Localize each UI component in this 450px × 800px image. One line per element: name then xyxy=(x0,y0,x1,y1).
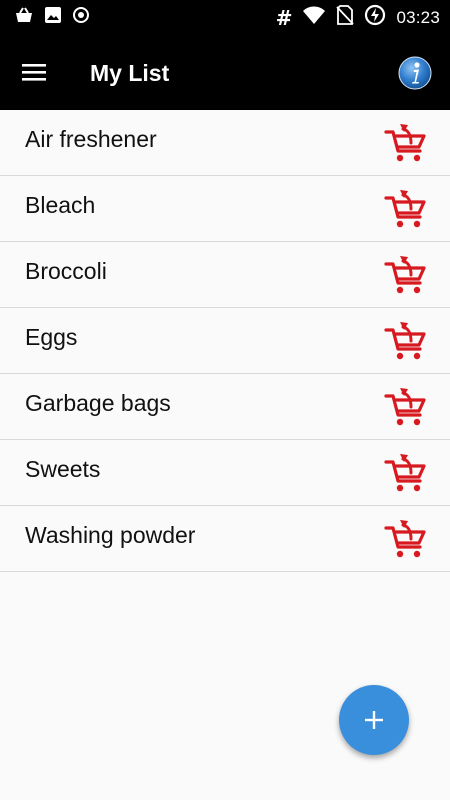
cart-return-icon xyxy=(384,256,426,294)
list-item-label: Bleach xyxy=(25,192,96,218)
hamburger-menu-icon xyxy=(22,64,46,81)
list-item[interactable]: Bleach xyxy=(0,176,450,242)
cart-return-icon xyxy=(384,124,426,162)
cart-return-button[interactable] xyxy=(384,122,428,164)
cart-return-icon xyxy=(384,388,426,426)
no-sim-icon xyxy=(336,5,355,30)
cart-return-icon xyxy=(384,322,426,360)
add-item-button[interactable] xyxy=(339,685,409,755)
list-item[interactable]: Air freshener xyxy=(0,110,450,176)
record-icon xyxy=(72,6,90,29)
battery-charging-icon xyxy=(364,4,386,31)
wifi-icon xyxy=(302,5,326,30)
cart-return-button[interactable] xyxy=(384,320,428,362)
status-bar: # 03:23 xyxy=(0,0,450,32)
cart-return-icon xyxy=(384,520,426,558)
list-item-label: Washing powder xyxy=(25,522,196,548)
cart-return-button[interactable] xyxy=(384,188,428,230)
menu-button[interactable] xyxy=(14,52,54,92)
screen: # 03:23 My List Air freshener Bleach Bro… xyxy=(0,0,450,800)
list-item-label: Eggs xyxy=(25,324,78,350)
info-icon xyxy=(398,56,432,90)
app-bar: My List xyxy=(0,32,450,110)
list-item[interactable]: Garbage bags xyxy=(0,374,450,440)
shopping-list: Air freshener Bleach Broccoli Eggs Garba… xyxy=(0,110,450,572)
list-item[interactable]: Eggs xyxy=(0,308,450,374)
cart-return-button[interactable] xyxy=(384,254,428,296)
status-right-icons: # 03:23 xyxy=(276,4,440,31)
plus-icon xyxy=(365,711,383,729)
list-item-label: Sweets xyxy=(25,456,101,482)
status-left-icons xyxy=(14,6,90,29)
list-item-label: Air freshener xyxy=(25,126,157,152)
cart-return-button[interactable] xyxy=(384,452,428,494)
shopping-basket-icon xyxy=(14,6,34,29)
cart-return-button[interactable] xyxy=(384,386,428,428)
hash-icon: # xyxy=(275,5,293,30)
status-time: 03:23 xyxy=(396,7,440,27)
list-item-label: Broccoli xyxy=(25,258,107,284)
list-item[interactable]: Broccoli xyxy=(0,242,450,308)
list-item-label: Garbage bags xyxy=(25,390,171,416)
list-item[interactable]: Washing powder xyxy=(0,506,450,572)
list-item[interactable]: Sweets xyxy=(0,440,450,506)
cart-return-icon xyxy=(384,454,426,492)
cart-return-button[interactable] xyxy=(384,518,428,560)
info-button[interactable] xyxy=(398,56,432,90)
cart-return-icon xyxy=(384,190,426,228)
image-icon xyxy=(44,6,62,29)
page-title: My List xyxy=(90,60,170,86)
